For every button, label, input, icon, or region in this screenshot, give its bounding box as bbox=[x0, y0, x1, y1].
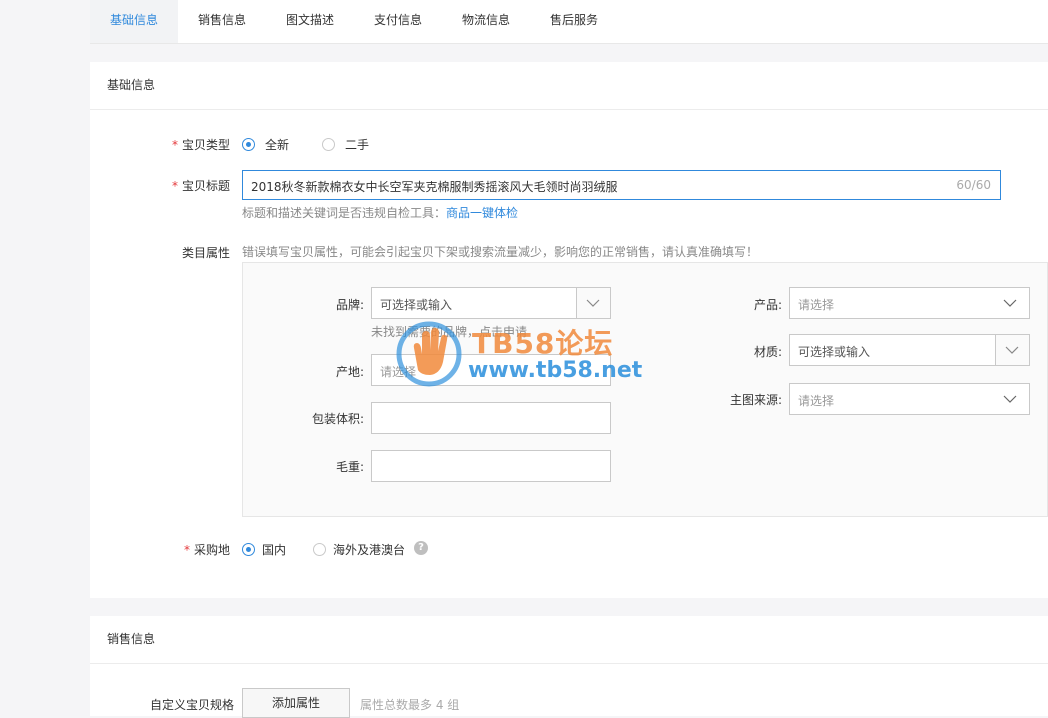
watermark: TB58论坛 www.tb58.net bbox=[396, 318, 656, 388]
category-attrs-label: 类目属性 bbox=[181, 246, 230, 260]
brand-placeholder: 可选择或输入 bbox=[380, 298, 453, 312]
image-source-label: 主图来源: bbox=[729, 393, 782, 407]
tab-description[interactable]: 图文描述 bbox=[266, 0, 354, 43]
required-asterisk: * bbox=[183, 543, 190, 557]
item-title-value: 2018秋冬新款棉衣女中长空军夹克棉服制秀摇滚风大毛领时尚羽绒服 bbox=[251, 180, 618, 194]
product-label: 产品: bbox=[753, 298, 782, 312]
purchase-location-label-text: 采购地 bbox=[193, 543, 230, 557]
material-combobox[interactable]: 可选择或输入 bbox=[789, 334, 1030, 366]
hand-logo-icon bbox=[396, 321, 462, 387]
origin-label: 产地: bbox=[335, 365, 364, 379]
image-source-placeholder: 请选择 bbox=[798, 394, 835, 408]
material-label: 材质: bbox=[753, 345, 782, 359]
chevron-down-icon bbox=[1005, 346, 1019, 354]
item-title-label: * 宝贝标题 bbox=[160, 177, 230, 194]
category-warning: 错误填写宝贝属性，可能会引起宝贝下架或搜索流量减少，影响您的正常销售，请认真准确… bbox=[242, 245, 759, 259]
radio-overseas-label[interactable]: 海外及港澳台 bbox=[333, 541, 405, 558]
item-title-char-count: 60/60 bbox=[956, 178, 991, 192]
radio-used-label[interactable]: 二手 bbox=[345, 136, 369, 153]
add-attribute-button[interactable]: 添加属性 bbox=[242, 688, 350, 718]
package-volume-label: 包装体积: bbox=[311, 412, 364, 426]
item-title-input[interactable]: 2018秋冬新款棉衣女中长空军夹克棉服制秀摇滚风大毛领时尚羽绒服 60/60 bbox=[242, 170, 1001, 200]
item-type-label-text: 宝贝类型 bbox=[181, 138, 230, 152]
attr-limit-hint: 属性总数最多 4 组 bbox=[360, 698, 460, 712]
watermark-url: www.tb58.net bbox=[468, 358, 643, 383]
image-source-select[interactable]: 请选择 bbox=[789, 383, 1030, 415]
radio-new-label[interactable]: 全新 bbox=[265, 136, 289, 153]
product-placeholder: 请选择 bbox=[798, 298, 835, 312]
radio-new[interactable] bbox=[242, 138, 255, 151]
tab-sales-info[interactable]: 销售信息 bbox=[178, 0, 266, 43]
required-asterisk: * bbox=[171, 138, 178, 152]
gross-weight-label: 毛重: bbox=[335, 460, 364, 474]
radio-overseas[interactable] bbox=[313, 543, 326, 556]
chevron-down-icon bbox=[586, 299, 600, 307]
item-type-label: * 宝贝类型 bbox=[160, 136, 230, 153]
tab-after-sales[interactable]: 售后服务 bbox=[530, 0, 618, 43]
package-volume-input[interactable] bbox=[371, 402, 611, 434]
brand-combobox[interactable]: 可选择或输入 bbox=[371, 287, 611, 319]
help-question-icon[interactable]: ? bbox=[414, 541, 428, 555]
brand-label: 品牌: bbox=[335, 298, 364, 312]
brand-dropdown-button[interactable] bbox=[576, 288, 610, 318]
material-dropdown-button[interactable] bbox=[995, 335, 1029, 365]
section-title-basic: 基础信息 bbox=[90, 62, 1048, 110]
radio-used[interactable] bbox=[322, 138, 335, 151]
title-check-hint-text: 标题和描述关键词是否违规自检工具： bbox=[242, 206, 447, 220]
chevron-down-icon bbox=[1003, 395, 1017, 403]
custom-spec-label: 自定义宝贝规格 bbox=[149, 698, 234, 712]
chevron-down-icon bbox=[1003, 299, 1017, 307]
item-title-label-text: 宝贝标题 bbox=[181, 179, 230, 193]
section-title-sales: 销售信息 bbox=[90, 616, 1048, 664]
title-check-hint: 标题和描述关键词是否违规自检工具：商品一键体检 bbox=[242, 204, 518, 221]
watermark-title: TB58论坛 bbox=[472, 327, 614, 360]
tab-payment-info[interactable]: 支付信息 bbox=[354, 0, 442, 43]
required-asterisk: * bbox=[171, 179, 178, 193]
radio-domestic-label[interactable]: 国内 bbox=[262, 541, 286, 558]
material-placeholder: 可选择或输入 bbox=[798, 345, 871, 359]
item-check-link[interactable]: 商品一键体检 bbox=[446, 206, 518, 220]
gross-weight-input[interactable] bbox=[371, 450, 611, 482]
top-tab-bar: 基础信息 销售信息 图文描述 支付信息 物流信息 售后服务 bbox=[90, 0, 1048, 44]
product-select[interactable]: 请选择 bbox=[789, 287, 1030, 319]
purchase-location-label: * 采购地 bbox=[160, 541, 230, 558]
tab-basic-info[interactable]: 基础信息 bbox=[90, 0, 178, 43]
tab-logistics-info[interactable]: 物流信息 bbox=[442, 0, 530, 43]
radio-domestic[interactable] bbox=[242, 543, 255, 556]
